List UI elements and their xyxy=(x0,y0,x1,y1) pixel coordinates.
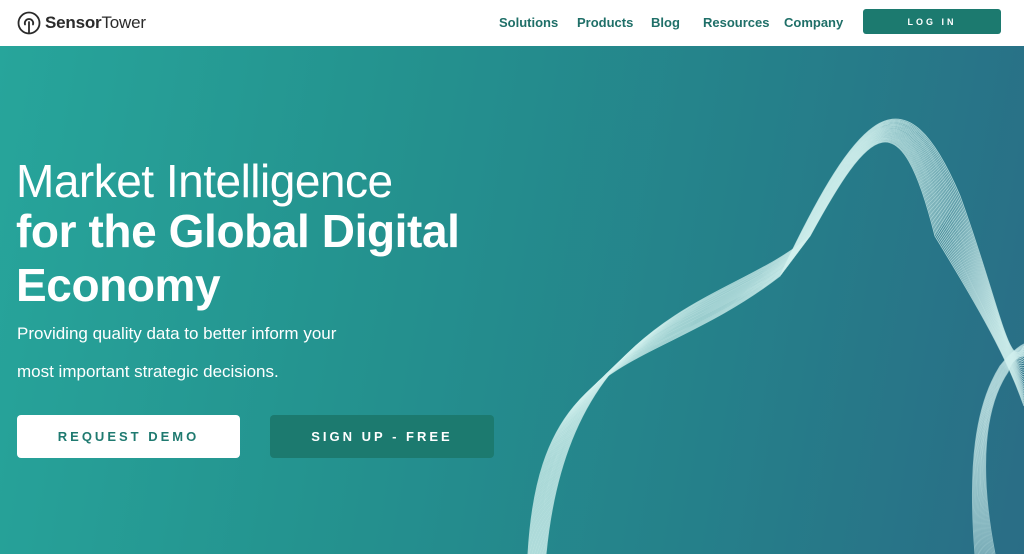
nav-resources[interactable]: Resources xyxy=(703,15,769,30)
sensor-tower-logo-icon xyxy=(17,11,41,35)
wave-line xyxy=(530,122,1024,554)
hero-subtitle-line2: most important strategic decisions. xyxy=(17,362,279,381)
hero-section: Market Intelligence for the Global Digit… xyxy=(0,46,1024,554)
sign-up-free-button[interactable]: SIGN UP - FREE xyxy=(270,415,494,458)
wave-line xyxy=(528,120,1024,554)
wave-line xyxy=(528,119,1024,554)
hero-subtitle-line1: Providing quality data to better inform … xyxy=(17,324,337,343)
wave-line xyxy=(544,140,1024,554)
sensor-tower-logo[interactable]: SensorTower xyxy=(17,10,146,36)
hero-title-bold-line1: for the Global Digital xyxy=(16,205,460,257)
top-navigation-bar: SensorTower Solutions Products Blog Reso… xyxy=(0,0,1024,46)
wave-line xyxy=(544,139,1024,554)
logo-text-bold: Sensor xyxy=(45,13,102,32)
wave-line xyxy=(532,125,1024,554)
login-button[interactable]: LOG IN xyxy=(863,9,1001,34)
wave-line xyxy=(533,126,1024,554)
wave-line xyxy=(538,132,1024,554)
nav-blog[interactable]: Blog xyxy=(651,15,680,30)
wave-line xyxy=(545,141,1024,554)
wave-line xyxy=(539,133,1024,554)
nav-solutions[interactable]: Solutions xyxy=(499,15,558,30)
logo-wordmark: SensorTower xyxy=(45,13,146,33)
nav-company[interactable]: Company xyxy=(784,15,843,30)
hero-title-bold-line2: Economy xyxy=(16,259,221,311)
nav-products[interactable]: Products xyxy=(577,15,633,30)
wave-line xyxy=(537,131,1024,554)
request-demo-button[interactable]: REQUEST DEMO xyxy=(17,415,240,458)
hero-title-light: Market Intelligence xyxy=(16,155,393,207)
logo-text-regular: Tower xyxy=(101,13,146,32)
